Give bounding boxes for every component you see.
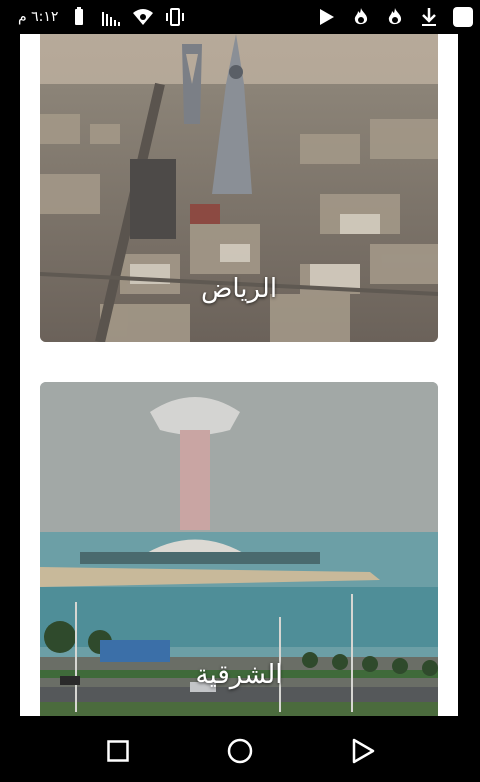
signal-icon (100, 6, 122, 28)
battery-icon (68, 6, 90, 28)
navigation-bar (0, 716, 480, 782)
clock: ٦:١٢ م (18, 9, 59, 25)
city-title: الرياض (200, 274, 278, 304)
app-icon (452, 6, 474, 28)
city-card-eastern[interactable]: الشرقية (40, 382, 438, 716)
tinder-icon (384, 6, 406, 28)
status-right (316, 6, 474, 28)
play-store-icon (316, 6, 338, 28)
back-icon[interactable] (348, 736, 378, 766)
city-card-riyadh[interactable]: الرياض (40, 34, 438, 342)
tinder-icon (350, 6, 372, 28)
status-left: ٦:١٢ م (18, 6, 186, 28)
cities-list: الرياض الشرقية (20, 34, 458, 716)
city-title: الشرقية (195, 660, 283, 690)
download-icon (418, 6, 440, 28)
status-bar: ٦:١٢ م (0, 0, 480, 34)
home-icon[interactable] (225, 736, 255, 766)
wifi-icon (132, 6, 154, 28)
vibrate-icon (164, 6, 186, 28)
recent-apps-icon[interactable] (103, 736, 133, 766)
